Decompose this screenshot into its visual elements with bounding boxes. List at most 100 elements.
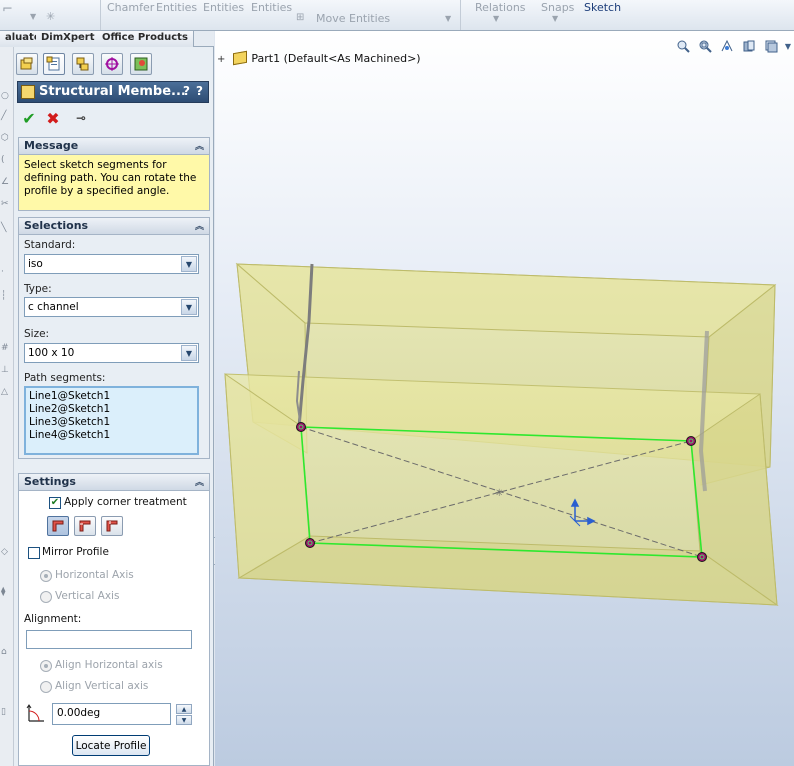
ribbon-entities-3[interactable]: Entities (251, 1, 292, 14)
ribbon-entities-2[interactable]: Entities (203, 1, 244, 14)
chevron-down-icon[interactable]: ▼ (181, 256, 197, 272)
chevron-down-icon[interactable]: ▼ (181, 299, 197, 315)
path-segments-list[interactable]: Line1@Sketch1 Line2@Sketch1 Line3@Sketch… (24, 386, 199, 455)
settings-header[interactable]: Settings ︽ (19, 474, 209, 491)
ribbon-snaps[interactable]: Snaps (541, 1, 574, 14)
align-vertical-label: Align Vertical axis (55, 680, 149, 692)
corner-end-miter-button[interactable] (47, 516, 69, 536)
measure-icon[interactable]: △ (1, 387, 8, 397)
snap-star-icon[interactable]: ✳ (46, 10, 55, 23)
move-entities-icon[interactable]: ⊞ (296, 12, 304, 23)
type-select[interactable]: c channel ▼ (24, 297, 199, 317)
selections-body: Standard: iso ▼ Type: c channel ▼ Size: … (19, 235, 209, 458)
tab-property-manager[interactable] (43, 53, 65, 75)
ribbon-move-entities[interactable]: Move Entities (316, 12, 390, 25)
point-icon[interactable]: · (1, 267, 4, 277)
message-group: Message ︽ Select sketch segments for def… (18, 137, 210, 211)
ok-button[interactable]: ✔ (20, 108, 38, 128)
chevron-down-icon[interactable]: ▼ (493, 14, 499, 23)
corner-end-butt2-button[interactable] (101, 516, 123, 536)
tab-dimxpert[interactable]: DimXpert (36, 31, 101, 47)
polygon-icon[interactable]: ⬡ (1, 133, 9, 143)
display-icon (134, 57, 148, 71)
align-horizontal-label: Align Horizontal axis (55, 659, 163, 671)
spin-down-icon[interactable]: ▼ (176, 715, 192, 725)
ribbon-chamfer[interactable]: Chamfer (107, 1, 154, 14)
list-item[interactable]: Line1@Sketch1 (29, 390, 194, 403)
graphics-area[interactable]: + Part1 (Default<As Machined>) ▼ ✳ (215, 31, 794, 766)
mirror-profile-checkbox[interactable] (28, 547, 40, 559)
message-header[interactable]: Message ︽ (19, 138, 209, 155)
end-butt-icon (79, 520, 91, 532)
pattern-icon[interactable]: ▯ (1, 707, 6, 717)
spin-up-icon[interactable]: ▲ (176, 704, 192, 714)
apply-corner-checkbox[interactable]: ✔ (49, 497, 61, 509)
extend-icon[interactable]: ╲ (1, 223, 6, 233)
checkmark-icon: ✔ (22, 108, 36, 128)
size-select[interactable]: 100 x 10 ▼ (24, 343, 199, 363)
endpoint[interactable] (697, 552, 707, 562)
arc-icon[interactable]: ( (1, 155, 5, 165)
offset-icon[interactable]: ⌂ (1, 647, 7, 657)
horizontal-axis-radio[interactable] (40, 570, 52, 582)
endpoint[interactable] (305, 538, 315, 548)
rotation-angle-input[interactable]: 0.00deg (52, 703, 171, 725)
spline-icon[interactable]: ∠ (1, 177, 9, 187)
size-label: Size: (24, 328, 50, 340)
chevron-down-icon[interactable]: ▼ (181, 345, 197, 361)
collapse-icon[interactable]: ︽ (195, 139, 204, 152)
tab-office-products[interactable]: Office Products (97, 31, 194, 47)
relations-icon[interactable]: ⊥ (1, 365, 9, 375)
ribbon-entities-1[interactable]: Entities (156, 1, 197, 14)
align-vertical-radio[interactable] (40, 681, 52, 693)
list-item[interactable]: Line4@Sketch1 (29, 429, 194, 442)
tab-display-manager[interactable] (130, 53, 152, 75)
endpoint[interactable] (296, 422, 306, 432)
tab-dimxpert-manager[interactable] (101, 53, 123, 75)
tab-configuration-manager[interactable] (72, 53, 94, 75)
ribbon-sketch[interactable]: Sketch (584, 1, 621, 14)
chevron-down-icon[interactable]: ▼ (30, 12, 36, 21)
standard-label: Standard: (24, 239, 76, 251)
chevron-down-icon[interactable]: ▼ (445, 14, 451, 23)
help-icon[interactable]: ? (196, 84, 203, 98)
help-icon[interactable]: ? (183, 84, 190, 98)
list-item[interactable]: Line3@Sketch1 (29, 416, 194, 429)
keep-visible-button[interactable]: ⊸ (70, 109, 92, 127)
pm-title-text: Structural Membe... (39, 84, 186, 99)
mirror-profile-label: Mirror Profile (42, 546, 109, 558)
ribbon-divider (460, 0, 461, 30)
mirror-icon[interactable]: ⧫ (1, 587, 5, 597)
trim-icon[interactable]: ✂ (1, 199, 9, 209)
sketch-tool-icon[interactable]: ⌐ (2, 2, 13, 17)
line-icon[interactable]: ╱ (1, 111, 6, 121)
message-header-label: Message (24, 139, 79, 152)
collapse-icon[interactable]: ︽ (195, 475, 204, 488)
tab-feature-manager[interactable] (16, 53, 38, 75)
circle-icon[interactable]: ○ (1, 91, 9, 101)
cancel-button[interactable]: ✖ (44, 109, 62, 128)
type-label: Type: (24, 283, 52, 295)
locate-profile-button[interactable]: Locate Profile (72, 735, 150, 756)
collapse-icon[interactable]: ︽ (195, 219, 204, 232)
property-manager-title: Structural Membe... ? ? (17, 81, 209, 103)
list-item[interactable]: Line2@Sketch1 (29, 403, 194, 416)
settings-header-label: Settings (24, 475, 76, 488)
alignment-input[interactable] (26, 630, 192, 649)
ribbon-toolbar: ⌐ ▼ ✳ Chamfer Entities Entities Entities… (0, 0, 794, 31)
corner-end-butt1-button[interactable] (74, 516, 96, 536)
centerline-icon[interactable]: ┆ (1, 291, 6, 301)
align-horizontal-radio[interactable] (40, 660, 52, 672)
structural-frame-model[interactable]: ✳ (215, 31, 794, 766)
vertical-axis-radio[interactable] (40, 591, 52, 603)
grid-icon[interactable]: # (1, 343, 9, 353)
ribbon-relations[interactable]: Relations (475, 1, 526, 14)
selections-header[interactable]: Selections ︽ (19, 218, 209, 235)
dimension-icon[interactable]: ◇ (1, 547, 8, 557)
standard-select[interactable]: iso ▼ (24, 254, 199, 274)
selections-header-label: Selections (24, 219, 89, 232)
endpoint[interactable] (686, 436, 696, 446)
structural-member-icon (21, 85, 35, 99)
path-segments-label: Path segments: (24, 372, 106, 384)
chevron-down-icon[interactable]: ▼ (552, 14, 558, 23)
